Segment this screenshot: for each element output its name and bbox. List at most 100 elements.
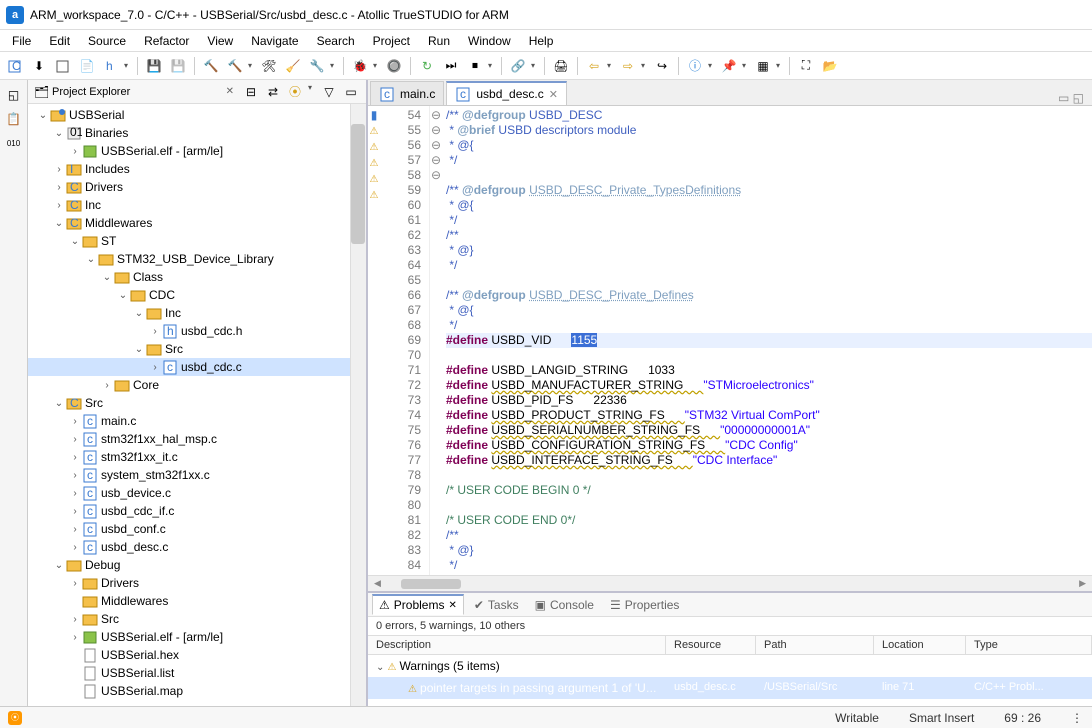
perspective-icon[interactable]: 📂 bbox=[819, 55, 841, 77]
debug-icon[interactable]: 🐞 bbox=[349, 55, 371, 77]
menu-source[interactable]: Source bbox=[80, 32, 134, 50]
code-content[interactable]: /** @defgroup USBD_DESC * @brief USBD de… bbox=[442, 106, 1092, 575]
grid-icon[interactable]: ▦ bbox=[752, 55, 774, 77]
focus-icon[interactable]: ⦿ bbox=[286, 83, 304, 101]
twistie-icon[interactable]: › bbox=[68, 506, 82, 517]
twistie-icon[interactable]: ⌄ bbox=[132, 344, 146, 355]
dropdown-icon[interactable]: ▾ bbox=[742, 61, 750, 70]
status-menu-icon[interactable]: ⋮ bbox=[1071, 711, 1084, 725]
code-editor[interactable]: ▮⚠⚠⚠⚠⚠ 545556575859606162636465666768697… bbox=[368, 106, 1092, 575]
tree-node[interactable]: ›husbd_cdc.h bbox=[28, 322, 366, 340]
tree-node[interactable]: ›USBSerial.elf - [arm/le] bbox=[28, 628, 366, 646]
download-icon[interactable]: ⬇ bbox=[28, 55, 50, 77]
dropdown-icon[interactable]: ▾ bbox=[488, 61, 496, 70]
twistie-icon[interactable]: › bbox=[68, 632, 82, 643]
build-config-icon[interactable]: 🛠 bbox=[258, 55, 280, 77]
twistie-icon[interactable]: › bbox=[68, 452, 82, 463]
tree-node[interactable]: ›cusbd_cdc.c bbox=[28, 358, 366, 376]
tree-node[interactable]: ⌄Class bbox=[28, 268, 366, 286]
new-proj-icon[interactable] bbox=[52, 55, 74, 77]
save-icon[interactable]: 💾 bbox=[143, 55, 165, 77]
menu-run[interactable]: Run bbox=[420, 32, 458, 50]
restore-icon[interactable]: ◱ bbox=[5, 86, 23, 104]
twistie-icon[interactable]: › bbox=[68, 614, 82, 625]
col-description[interactable]: Description bbox=[368, 636, 666, 654]
twistie-icon[interactable]: › bbox=[68, 524, 82, 535]
tree-node[interactable]: ⌄CSrc bbox=[28, 394, 366, 412]
twistie-icon[interactable]: ⌄ bbox=[36, 110, 50, 121]
col-location[interactable]: Location bbox=[874, 636, 966, 654]
twistie-icon[interactable]: › bbox=[68, 434, 82, 445]
tree-node[interactable]: ›cusbd_cdc_if.c bbox=[28, 502, 366, 520]
tab-properties[interactable]: ☰Properties bbox=[604, 596, 685, 614]
dropdown-icon[interactable]: ▾ bbox=[776, 61, 784, 70]
tree-node[interactable]: ⌄Src bbox=[28, 340, 366, 358]
collapse-all-icon[interactable]: ⊟ bbox=[242, 83, 260, 101]
tree-node[interactable]: ⌄CMiddlewares bbox=[28, 214, 366, 232]
tree-node[interactable]: ⌄Debug bbox=[28, 556, 366, 574]
skip-icon[interactable]: ⏭ bbox=[440, 55, 462, 77]
tree-node[interactable]: ›IIncludes bbox=[28, 160, 366, 178]
tree-node[interactable]: ›CDrivers bbox=[28, 178, 366, 196]
tree-node[interactable]: ›cstm32f1xx_it.c bbox=[28, 448, 366, 466]
tree-node[interactable]: ›cusbd_desc.c bbox=[28, 538, 366, 556]
close-icon[interactable]: ✕ bbox=[549, 88, 558, 101]
maximize-icon[interactable]: ⛶ bbox=[795, 55, 817, 77]
tree-node[interactable]: ›cusb_device.c bbox=[28, 484, 366, 502]
close-icon[interactable]: ✕ bbox=[222, 86, 238, 97]
dropdown-icon[interactable]: ▾ bbox=[330, 61, 338, 70]
back-icon[interactable]: ⇦ bbox=[583, 55, 605, 77]
twistie-icon[interactable]: › bbox=[100, 380, 114, 391]
forward-icon[interactable]: ⇨ bbox=[617, 55, 639, 77]
tree-node[interactable]: ›cstm32f1xx_hal_msp.c bbox=[28, 430, 366, 448]
twistie-icon[interactable]: ⌄ bbox=[100, 272, 114, 283]
link-icon[interactable]: 🔗 bbox=[507, 55, 529, 77]
dropdown-icon[interactable]: ▾ bbox=[308, 83, 316, 101]
minimize-icon[interactable]: ▭ bbox=[342, 83, 360, 101]
project-tree[interactable]: ⌄USBSerial⌄01Binaries›USBSerial.elf - [a… bbox=[28, 104, 366, 706]
tree-node[interactable]: ›cmain.c bbox=[28, 412, 366, 430]
twistie-icon[interactable]: › bbox=[148, 362, 162, 373]
twistie-icon[interactable]: › bbox=[68, 416, 82, 427]
tree-node[interactable]: ⌄STM32_USB_Device_Library bbox=[28, 250, 366, 268]
twistie-icon[interactable]: ⌄ bbox=[68, 236, 82, 247]
build-all-icon[interactable]: 🔨 bbox=[224, 55, 246, 77]
restart-icon[interactable]: ↻ bbox=[416, 55, 438, 77]
fold-column[interactable]: ⊖⊖⊖⊖⊖ bbox=[430, 106, 442, 575]
dropdown-icon[interactable]: ▾ bbox=[248, 61, 256, 70]
twistie-icon[interactable]: › bbox=[52, 182, 66, 193]
twistie-icon[interactable]: ⌄ bbox=[52, 398, 66, 409]
twistie-icon[interactable]: ⌄ bbox=[52, 128, 66, 139]
dropdown-icon[interactable]: ▾ bbox=[531, 61, 539, 70]
twistie-icon[interactable]: › bbox=[52, 200, 66, 211]
build-icon[interactable]: 🔨 bbox=[200, 55, 222, 77]
tree-node[interactable]: ⌄Inc bbox=[28, 304, 366, 322]
info-icon[interactable]: ⓘ bbox=[684, 55, 706, 77]
twistie-icon[interactable]: › bbox=[68, 578, 82, 589]
dropdown-icon[interactable]: ▾ bbox=[124, 61, 132, 70]
run-icon[interactable]: 🔘 bbox=[383, 55, 405, 77]
rss-icon[interactable]: ⦿ bbox=[8, 711, 22, 725]
editor-tab[interactable]: cusbd_desc.c✕ bbox=[446, 81, 567, 105]
twistie-icon[interactable]: › bbox=[68, 488, 82, 499]
tree-node[interactable]: ⌄ST bbox=[28, 232, 366, 250]
menu-edit[interactable]: Edit bbox=[41, 32, 78, 50]
close-icon[interactable]: ✕ bbox=[448, 600, 456, 611]
view-menu-icon[interactable]: ▽ bbox=[320, 83, 338, 101]
tree-node[interactable]: ›USBSerial.elf - [arm/le] bbox=[28, 142, 366, 160]
tree-node[interactable]: ›CInc bbox=[28, 196, 366, 214]
col-resource[interactable]: Resource bbox=[666, 636, 756, 654]
menu-navigate[interactable]: Navigate bbox=[243, 32, 306, 50]
new-h-icon[interactable]: h bbox=[100, 55, 122, 77]
dropdown-icon[interactable]: ▾ bbox=[708, 61, 716, 70]
editor-tab[interactable]: cmain.c bbox=[370, 81, 444, 105]
dropdown-icon[interactable]: ▾ bbox=[641, 61, 649, 70]
terminate-icon[interactable]: ⏹ bbox=[464, 55, 486, 77]
tree-node[interactable]: USBSerial.map bbox=[28, 682, 366, 700]
tree-node[interactable]: ›Src bbox=[28, 610, 366, 628]
clean-icon[interactable]: 🧹 bbox=[282, 55, 304, 77]
col-path[interactable]: Path bbox=[756, 636, 874, 654]
new-cproj-icon[interactable]: C bbox=[4, 55, 26, 77]
scrollbar-thumb[interactable] bbox=[401, 579, 461, 589]
tree-node[interactable]: ⌄01Binaries bbox=[28, 124, 366, 142]
